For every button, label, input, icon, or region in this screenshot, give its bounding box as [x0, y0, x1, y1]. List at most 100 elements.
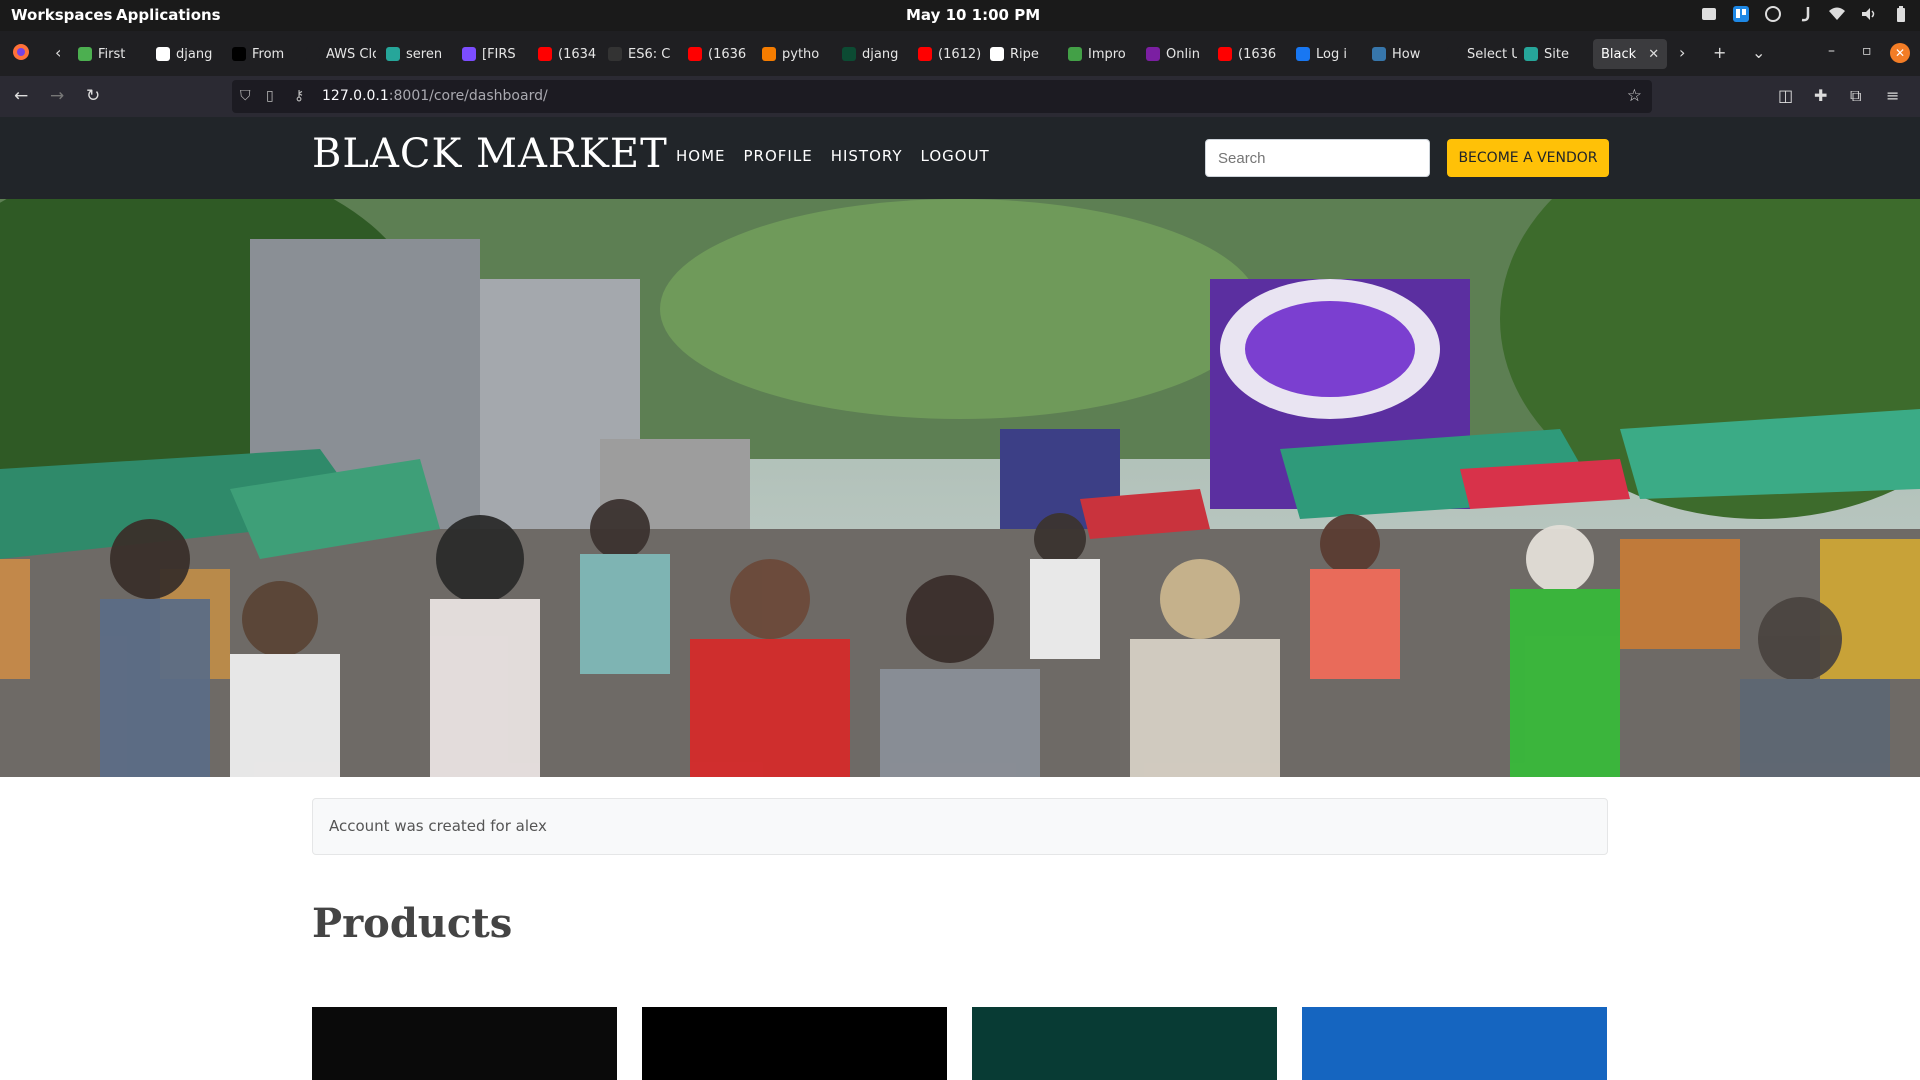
- browser-nav-bar: ← → ↻ ⛉ ▯ ⚷ 127.0.0.1:8001/core/dashboar…: [0, 76, 1920, 117]
- tab-label: ES6: C: [628, 46, 671, 62]
- browser-tab[interactable]: Onlin: [1146, 39, 1216, 69]
- tab-label: (1634: [558, 46, 597, 62]
- pocket-icon[interactable]: ◫: [1778, 86, 1793, 105]
- tab-label: From: [252, 46, 285, 62]
- page-icon[interactable]: ▯: [266, 88, 274, 104]
- browser-tab[interactable]: Impro: [1068, 39, 1138, 69]
- browser-tab[interactable]: AWS Clou: [306, 39, 376, 69]
- browser-tab[interactable]: ES6: C: [608, 39, 678, 69]
- browser-tab[interactable]: Ripe: [990, 39, 1060, 69]
- tab-favicon-icon: [1524, 47, 1538, 61]
- products-heading: Products: [312, 900, 513, 947]
- browser-tab-strip: ‹ First djang From AWS Clou seren [FIRS (1634 E…: [0, 31, 1920, 76]
- brand-logo[interactable]: BLACK MARKET: [312, 131, 668, 177]
- close-icon[interactable]: ✕: [1648, 47, 1659, 62]
- window-close-icon[interactable]: ✕: [1890, 43, 1910, 63]
- browser-tab[interactable]: pytho: [762, 39, 832, 69]
- browser-tab[interactable]: (1612): [918, 39, 988, 69]
- tab-favicon-icon: [1372, 47, 1386, 61]
- tab-favicon-icon: [462, 47, 476, 61]
- tab-favicon-icon: [78, 47, 92, 61]
- search-input[interactable]: [1205, 139, 1430, 177]
- maximize-icon[interactable]: ▫: [1862, 43, 1872, 59]
- site-header: BLACK MARKET HOME PROFILE HISTORY LOGOUT…: [0, 117, 1920, 199]
- minimize-icon[interactable]: –: [1828, 43, 1835, 59]
- tab-label: (1612): [938, 46, 982, 62]
- browser-tab[interactable]: How: [1372, 39, 1442, 69]
- forward-icon[interactable]: →: [50, 86, 64, 106]
- browser-tab[interactable]: (1634: [538, 39, 608, 69]
- menu-icon[interactable]: ≡: [1886, 86, 1899, 105]
- product-card-image[interactable]: [972, 1007, 1277, 1080]
- battery-icon[interactable]: [1892, 5, 1910, 23]
- bookmark-star-icon[interactable]: ☆: [1627, 86, 1642, 106]
- shield-icon[interactable]: ⛉: [240, 88, 251, 104]
- tab-label: (1636: [1238, 46, 1277, 62]
- browser-tab[interactable]: From: [232, 39, 302, 69]
- wifi-icon[interactable]: [1828, 5, 1846, 23]
- tab-favicon-icon: [842, 47, 856, 61]
- workspaces-button[interactable]: Workspaces: [11, 6, 112, 24]
- tab-label: First: [98, 46, 126, 62]
- tab-favicon-icon: [608, 47, 622, 61]
- browser-tab[interactable]: (1636: [1218, 39, 1288, 69]
- browser-tab[interactable]: Site: [1524, 39, 1594, 69]
- nav-history[interactable]: HISTORY: [831, 147, 903, 165]
- key-icon[interactable]: ⚷: [294, 88, 304, 104]
- app-tray-icon[interactable]: [1700, 5, 1718, 23]
- firefox-icon[interactable]: [12, 43, 30, 65]
- trello-icon[interactable]: [1732, 5, 1750, 23]
- applications-menu[interactable]: Applications: [116, 6, 221, 24]
- become-vendor-button[interactable]: BECOME A VENDOR: [1447, 139, 1609, 177]
- extension-icon[interactable]: ✚: [1814, 86, 1827, 105]
- tab-label: (1636: [708, 46, 747, 62]
- extensions-puzzle-icon[interactable]: ⧉: [1850, 86, 1861, 106]
- browser-tab[interactable]: (1636: [688, 39, 758, 69]
- nav-logout[interactable]: LOGOUT: [921, 147, 990, 165]
- slack-icon[interactable]: [1764, 5, 1782, 23]
- jump-icon[interactable]: [1796, 5, 1814, 23]
- tab-favicon-icon: [306, 47, 320, 61]
- main-menu: HOME PROFILE HISTORY LOGOUT: [676, 147, 990, 165]
- tab-label: Site: [1544, 46, 1569, 62]
- clock[interactable]: May 10 1:00 PM: [906, 6, 1040, 24]
- tab-active[interactable]: Black ✕: [1593, 39, 1668, 69]
- volume-icon[interactable]: [1860, 5, 1878, 23]
- tab-label: Impro: [1088, 46, 1126, 62]
- tab-favicon-icon: [156, 47, 170, 61]
- url-host: 127.0.0.1: [322, 88, 389, 104]
- tab-label: Onlin: [1166, 46, 1200, 62]
- tab-scroll-right-icon[interactable]: ›: [1679, 43, 1685, 62]
- tab-label: djang: [862, 46, 899, 62]
- tab-favicon-icon: [918, 47, 932, 61]
- tab-favicon-icon: [1447, 47, 1461, 61]
- new-tab-icon[interactable]: +: [1713, 43, 1726, 62]
- hero-banner-image: [0, 199, 1920, 777]
- browser-tab[interactable]: [FIRS: [462, 39, 532, 69]
- url-text[interactable]: 127.0.0.1:8001/core/dashboard/: [322, 88, 548, 104]
- product-card-image[interactable]: [1302, 1007, 1607, 1080]
- tab-scroll-left-icon[interactable]: ‹: [55, 43, 61, 62]
- reload-icon[interactable]: ↻: [86, 86, 100, 106]
- browser-tab[interactable]: Log i: [1296, 39, 1366, 69]
- product-card-image[interactable]: [312, 1007, 617, 1080]
- url-bar[interactable]: ⛉ ▯ ⚷ 127.0.0.1:8001/core/dashboard/ ☆: [232, 80, 1652, 113]
- nav-profile[interactable]: PROFILE: [744, 147, 813, 165]
- tab-favicon-icon: [688, 47, 702, 61]
- tab-label: AWS Clou: [326, 46, 376, 62]
- browser-tab[interactable]: djang: [156, 39, 226, 69]
- tab-favicon-icon: [1068, 47, 1082, 61]
- browser-tab[interactable]: djang: [842, 39, 912, 69]
- success-alert: Account was created for alex: [312, 798, 1608, 855]
- nav-home[interactable]: HOME: [676, 147, 726, 165]
- tab-label: seren: [406, 46, 443, 62]
- browser-tab[interactable]: seren: [386, 39, 456, 69]
- tab-favicon-icon: [990, 47, 1004, 61]
- tab-list-icon[interactable]: ⌄: [1752, 43, 1765, 62]
- tab-label: Log i: [1316, 46, 1347, 62]
- tab-favicon-icon: [538, 47, 552, 61]
- product-card-image[interactable]: [642, 1007, 947, 1080]
- browser-tab[interactable]: Select Us: [1447, 39, 1517, 69]
- browser-tab[interactable]: First: [78, 39, 148, 69]
- back-icon[interactable]: ←: [14, 86, 28, 106]
